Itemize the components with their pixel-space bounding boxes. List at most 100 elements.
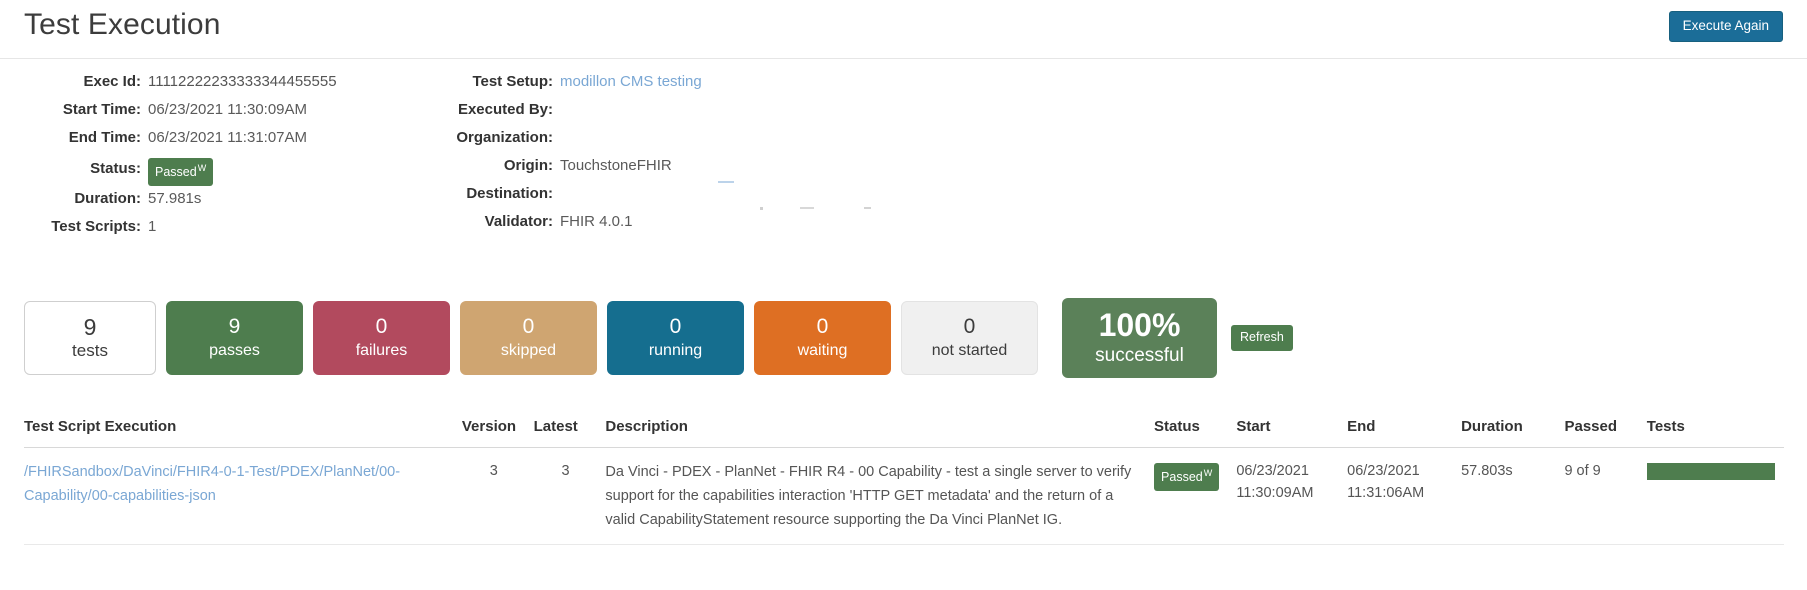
cell-latest: 3 xyxy=(533,447,606,545)
column-header-latest[interactable]: Latest xyxy=(533,418,606,448)
stat-tiles: 9 tests 9 passes 0 failures 0 skipped 0 … xyxy=(24,298,1293,378)
stat-tile-failures-number: 0 xyxy=(375,315,388,338)
column-header-start[interactable]: Start xyxy=(1236,418,1348,448)
stat-tile-passes-label: passes xyxy=(209,342,260,359)
row-status-badge-superscript: W xyxy=(1203,468,1213,478)
summary-label-validator: Validator: xyxy=(484,213,553,230)
status-badge-superscript: W xyxy=(197,162,207,173)
cell-duration: 57.803s xyxy=(1461,447,1565,545)
cell-passed: 9 of 9 xyxy=(1564,447,1647,545)
summary-value-exec-id: 11112222233333344455555 xyxy=(148,73,337,90)
description-text: Da Vinci - PDEX - PlanNet - FHIR R4 - 00… xyxy=(605,464,1132,528)
table-header-row: Test Script Execution Version Latest Des… xyxy=(24,418,1784,448)
cell-description: Da Vinci - PDEX - PlanNet - FHIR R4 - 00… xyxy=(605,447,1155,545)
faint-artifact-dot-3 xyxy=(864,207,871,209)
stat-tile-skipped-label: skipped xyxy=(500,342,557,359)
summary-label-executed-by: Executed By: xyxy=(457,101,553,118)
cell-test-script-execution: /FHIRSandbox/DaVinci/FHIR4-0-1-Test/PDEX… xyxy=(24,447,462,545)
cell-end: 06/23/2021 11:31:06AM xyxy=(1347,447,1462,545)
stat-tile-tests-label: tests xyxy=(72,341,108,360)
execution-summary: Exec Id: 11112222233333344455555 Start T… xyxy=(0,68,1807,248)
column-header-test-script-execution[interactable]: Test Script Execution xyxy=(24,418,462,448)
column-header-description[interactable]: Description xyxy=(605,418,1155,448)
column-header-status[interactable]: Status xyxy=(1154,418,1237,448)
stat-tile-skipped[interactable]: 0 skipped xyxy=(460,301,597,375)
stat-tile-waiting-label: waiting xyxy=(797,342,848,359)
cell-status: PassedW xyxy=(1154,447,1237,545)
page-header: Test Execution Execute Again xyxy=(0,0,1807,59)
stat-tile-waiting-number: 0 xyxy=(816,315,829,338)
summary-column-right: Test Setup: modillon CMS testing Execute… xyxy=(430,68,990,236)
summary-field-origin: Origin: TouchstoneFHIR xyxy=(430,152,990,180)
summary-value-test-scripts: 1 xyxy=(148,218,157,235)
stat-tile-failures-label: failures xyxy=(355,342,408,359)
start-time: 11:30:09AM xyxy=(1236,485,1314,501)
test-script-execution-link[interactable]: /FHIRSandbox/DaVinci/FHIR4-0-1-Test/PDEX… xyxy=(24,460,454,508)
status-badge[interactable]: PassedW xyxy=(148,157,214,186)
summary-label-destination: Destination: xyxy=(466,185,553,202)
cell-start: 06/23/2021 11:30:09AM xyxy=(1236,447,1348,545)
summary-field-exec-id: Exec Id: 11112222233333344455555 xyxy=(0,68,430,96)
summary-field-duration: Duration: 57.981s xyxy=(0,185,430,213)
stat-tile-not-started-label: not started xyxy=(931,342,1008,359)
end-time: 11:31:06AM xyxy=(1347,485,1425,501)
test-script-executions-table: Test Script Execution Version Latest Des… xyxy=(24,418,1784,545)
end-date: 06/23/2021 xyxy=(1347,463,1420,479)
stat-tile-successful-label: successful xyxy=(1095,345,1184,366)
stat-tile-successful-percent: 100% xyxy=(1098,307,1181,343)
stat-tile-tests[interactable]: 9 tests xyxy=(24,301,156,375)
summary-label-start-time: Start Time: xyxy=(62,101,141,118)
column-header-tests[interactable]: Tests xyxy=(1646,418,1784,448)
summary-field-destination: Destination: xyxy=(430,180,990,208)
stat-tile-successful: 100% successful xyxy=(1062,298,1217,378)
stat-tile-running[interactable]: 0 running xyxy=(607,301,744,375)
summary-value-status: PassedW xyxy=(148,152,214,186)
cell-version: 3 xyxy=(461,447,534,545)
test-execution-page: Test Execution Execute Again Exec Id: 11… xyxy=(0,0,1807,590)
stat-tile-not-started[interactable]: 0 not started xyxy=(901,301,1038,375)
cell-tests xyxy=(1646,447,1784,545)
summary-field-validator: Validator: FHIR 4.0.1 xyxy=(430,208,990,236)
summary-value-end-time: 06/23/2021 11:31:07AM xyxy=(148,129,308,146)
column-header-version[interactable]: Version xyxy=(461,418,534,448)
start-date: 06/23/2021 xyxy=(1236,463,1309,479)
faint-artifact-dash xyxy=(718,181,734,183)
summary-value-start-time: 06/23/2021 11:30:09AM xyxy=(148,101,308,118)
summary-value-validator: FHIR 4.0.1 xyxy=(560,213,633,230)
faint-artifact-dot-1 xyxy=(760,207,763,210)
summary-label-exec-id: Exec Id: xyxy=(83,73,141,90)
stat-tile-waiting[interactable]: 0 waiting xyxy=(754,301,891,375)
summary-value-test-setup-link[interactable]: modillon CMS testing xyxy=(560,68,702,96)
stat-tile-tests-number: 9 xyxy=(83,314,97,340)
row-status-badge[interactable]: PassedW xyxy=(1154,463,1220,491)
summary-value-duration: 57.981s xyxy=(148,190,202,207)
faint-artifact-dot-2 xyxy=(800,207,814,209)
summary-value-origin: TouchstoneFHIR xyxy=(560,157,672,174)
stat-tile-passes[interactable]: 9 passes xyxy=(166,301,303,375)
status-badge-label: Passed xyxy=(155,165,197,179)
stat-tile-not-started-number: 0 xyxy=(963,315,976,338)
refresh-button[interactable]: Refresh xyxy=(1231,325,1293,351)
summary-field-status: Status: PassedW xyxy=(0,152,430,186)
stat-tile-passes-number: 9 xyxy=(228,315,241,338)
summary-label-end-time: End Time: xyxy=(68,129,141,146)
stat-tile-running-label: running xyxy=(648,342,703,359)
summary-field-start-time: Start Time: 06/23/2021 11:30:09AM xyxy=(0,96,430,124)
stat-tile-failures[interactable]: 0 failures xyxy=(313,301,450,375)
summary-field-test-setup: Test Setup: modillon CMS testing xyxy=(430,68,990,96)
summary-field-test-scripts: Test Scripts: 1 xyxy=(0,213,430,241)
stat-tile-running-number: 0 xyxy=(669,315,682,338)
summary-label-origin: Origin: xyxy=(503,157,553,174)
summary-label-organization: Organization: xyxy=(456,129,553,146)
summary-label-status: Status: xyxy=(90,160,141,177)
summary-column-left: Exec Id: 11112222233333344455555 Start T… xyxy=(0,68,430,241)
column-header-passed[interactable]: Passed xyxy=(1564,418,1647,448)
column-header-duration[interactable]: Duration xyxy=(1461,418,1565,448)
execute-again-button[interactable]: Execute Again xyxy=(1668,11,1783,42)
column-header-end[interactable]: End xyxy=(1347,418,1462,448)
stat-tile-skipped-number: 0 xyxy=(522,315,535,338)
summary-label-test-setup: Test Setup: xyxy=(472,73,553,90)
summary-label-duration: Duration: xyxy=(74,190,141,207)
tests-progress-bar xyxy=(1646,463,1775,480)
summary-field-executed-by: Executed By: xyxy=(430,96,990,124)
